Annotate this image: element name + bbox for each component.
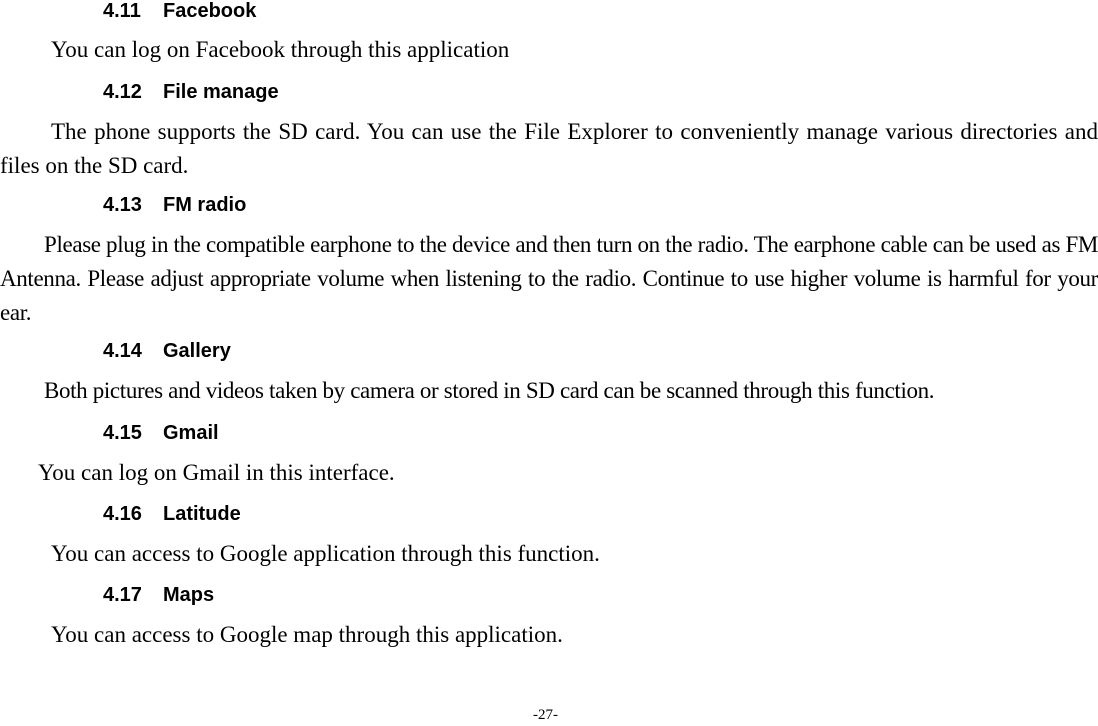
section-number: 4.16	[103, 503, 142, 525]
paragraph: Both pictures and videos taken by camera…	[44, 378, 935, 403]
section-number: 4.12	[103, 81, 142, 103]
section-heading: 4.17 Maps	[103, 584, 214, 606]
section-heading: 4.15 Gmail	[103, 422, 219, 444]
section-number: 4.14	[103, 340, 142, 362]
section-heading: 4.12 File manage	[103, 81, 279, 103]
section-number: 4.11	[103, 0, 141, 22]
section-title: File manage	[163, 81, 279, 103]
section-title: Latitude	[163, 503, 241, 525]
paragraph: You can access to Google map through thi…	[51, 622, 563, 647]
section-heading: 4.11 Facebook	[103, 0, 256, 22]
page-number: -27-	[533, 707, 558, 723]
section-title: Facebook	[163, 0, 257, 22]
section-title: Maps	[163, 584, 215, 606]
section-number: 4.13	[103, 194, 142, 216]
section-number: 4.15	[103, 422, 142, 444]
paragraph: You can log on Facebook through this app…	[51, 37, 510, 62]
paragraph: Please plug in the compatible earphone t…	[0, 232, 1098, 325]
section-title: Gallery	[163, 340, 231, 362]
paragraph: The phone supports the SD card. You can …	[0, 119, 1098, 178]
paragraph: You can log on Gmail in this interface.	[38, 460, 395, 485]
section-title: FM radio	[163, 194, 247, 216]
section-heading: 4.16 Latitude	[103, 503, 241, 525]
section-number: 4.17	[103, 584, 142, 606]
section-title: Gmail	[163, 422, 219, 444]
section-heading: 4.14 Gallery	[103, 340, 231, 362]
paragraph: You can access to Google application thr…	[51, 541, 600, 566]
section-heading: 4.13 FM radio	[103, 194, 246, 216]
